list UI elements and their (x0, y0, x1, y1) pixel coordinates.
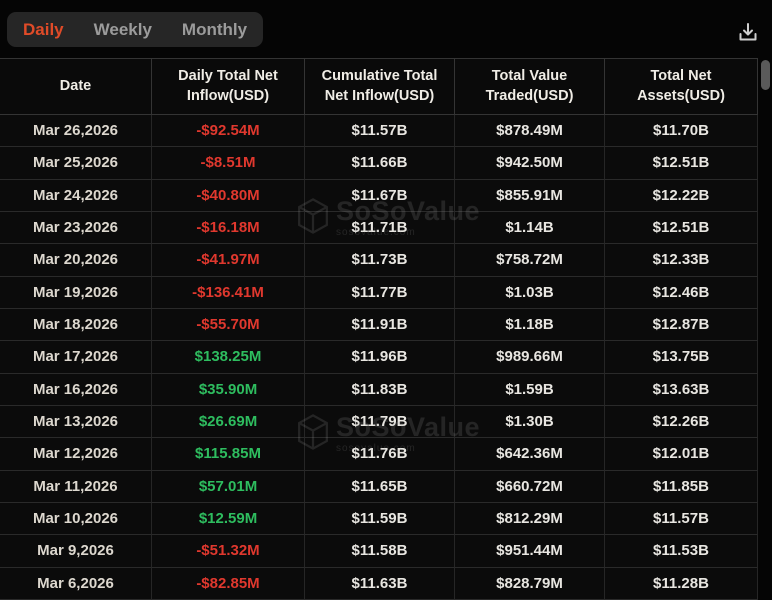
tab-daily[interactable]: Daily (23, 21, 64, 38)
cell-cumulative-inflow: $11.79B (305, 406, 455, 438)
cell-net-assets: $12.51B (605, 212, 758, 244)
cell-cumulative-inflow: $11.76B (305, 438, 455, 470)
cell-value-traded: $642.36M (455, 438, 605, 470)
column-header-value-traded: Total Value Traded(USD) (454, 58, 605, 115)
cell-cumulative-inflow: $11.66B (305, 147, 455, 179)
column-header-date: Date (0, 58, 152, 115)
cell-value-traded: $1.03B (455, 277, 605, 309)
scrollbar-track[interactable] (758, 58, 772, 600)
cell-net-assets: $12.51B (605, 147, 758, 179)
cell-daily-inflow: -$51.32M (152, 535, 305, 567)
cell-cumulative-inflow: $11.59B (305, 503, 455, 535)
download-button[interactable] (734, 18, 762, 46)
cell-daily-inflow: $115.85M (152, 438, 305, 470)
cell-cumulative-inflow: $11.63B (305, 568, 455, 600)
cell-date: Mar 6,2026 (0, 568, 152, 600)
tab-monthly[interactable]: Monthly (182, 21, 247, 38)
period-tab-group: Daily Weekly Monthly (7, 12, 263, 47)
cell-value-traded: $951.44M (455, 535, 605, 567)
cell-net-assets: $11.85B (605, 471, 758, 503)
cell-cumulative-inflow: $11.77B (305, 277, 455, 309)
cell-daily-inflow: $12.59M (152, 503, 305, 535)
cell-net-assets: $11.70B (605, 115, 758, 147)
cell-cumulative-inflow: $11.67B (305, 180, 455, 212)
cell-date: Mar 16,2026 (0, 374, 152, 406)
cell-daily-inflow: -$40.80M (152, 180, 305, 212)
cell-date: Mar 10,2026 (0, 503, 152, 535)
cell-net-assets: $12.46B (605, 277, 758, 309)
cell-cumulative-inflow: $11.91B (305, 309, 455, 341)
cell-date: Mar 9,2026 (0, 535, 152, 567)
cell-value-traded: $758.72M (455, 244, 605, 276)
cell-daily-inflow: $57.01M (152, 471, 305, 503)
cell-value-traded: $855.91M (455, 180, 605, 212)
cell-cumulative-inflow: $11.65B (305, 471, 455, 503)
cell-value-traded: $1.18B (455, 309, 605, 341)
cell-value-traded: $1.14B (455, 212, 605, 244)
column-header-cumulative-inflow: Cumulative Total Net Inflow(USD) (304, 58, 455, 115)
cell-net-assets: $11.53B (605, 535, 758, 567)
cell-daily-inflow: $26.69M (152, 406, 305, 438)
cell-date: Mar 24,2026 (0, 180, 152, 212)
cell-daily-inflow: $35.90M (152, 374, 305, 406)
cell-net-assets: $12.22B (605, 180, 758, 212)
cell-net-assets: $12.33B (605, 244, 758, 276)
cell-date: Mar 11,2026 (0, 471, 152, 503)
column-header-daily-inflow: Daily Total Net Inflow(USD) (151, 58, 305, 115)
cell-net-assets: $13.63B (605, 374, 758, 406)
cell-daily-inflow: -$16.18M (152, 212, 305, 244)
cell-value-traded: $878.49M (455, 115, 605, 147)
cell-daily-inflow: -$136.41M (152, 277, 305, 309)
cell-date: Mar 17,2026 (0, 341, 152, 373)
cell-value-traded: $812.29M (455, 503, 605, 535)
cell-date: Mar 20,2026 (0, 244, 152, 276)
cell-cumulative-inflow: $11.83B (305, 374, 455, 406)
scrollbar-thumb[interactable] (761, 60, 770, 90)
cell-net-assets: $11.28B (605, 568, 758, 600)
cell-date: Mar 12,2026 (0, 438, 152, 470)
cell-date: Mar 18,2026 (0, 309, 152, 341)
column-header-net-assets: Total Net Assets(USD) (604, 58, 758, 115)
cell-value-traded: $1.59B (455, 374, 605, 406)
cell-cumulative-inflow: $11.58B (305, 535, 455, 567)
cell-date: Mar 26,2026 (0, 115, 152, 147)
cell-value-traded: $1.30B (455, 406, 605, 438)
cell-net-assets: $12.01B (605, 438, 758, 470)
cell-daily-inflow: -$8.51M (152, 147, 305, 179)
cell-daily-inflow: -$41.97M (152, 244, 305, 276)
cell-date: Mar 19,2026 (0, 277, 152, 309)
cell-cumulative-inflow: $11.57B (305, 115, 455, 147)
cell-value-traded: $942.50M (455, 147, 605, 179)
cell-net-assets: $12.26B (605, 406, 758, 438)
cell-cumulative-inflow: $11.96B (305, 341, 455, 373)
cell-date: Mar 25,2026 (0, 147, 152, 179)
cell-daily-inflow: -$82.85M (152, 568, 305, 600)
cell-net-assets: $11.57B (605, 503, 758, 535)
cell-cumulative-inflow: $11.71B (305, 212, 455, 244)
cell-date: Mar 23,2026 (0, 212, 152, 244)
cell-daily-inflow: $138.25M (152, 341, 305, 373)
download-icon (736, 20, 760, 44)
cell-net-assets: $12.87B (605, 309, 758, 341)
cell-date: Mar 13,2026 (0, 406, 152, 438)
cell-value-traded: $660.72M (455, 471, 605, 503)
cell-cumulative-inflow: $11.73B (305, 244, 455, 276)
cell-net-assets: $13.75B (605, 341, 758, 373)
top-toolbar: Daily Weekly Monthly (0, 0, 772, 58)
cell-daily-inflow: -$92.54M (152, 115, 305, 147)
cell-value-traded: $989.66M (455, 341, 605, 373)
data-table: Date Daily Total Net Inflow(USD) Cumulat… (0, 58, 758, 600)
cell-daily-inflow: -$55.70M (152, 309, 305, 341)
tab-weekly[interactable]: Weekly (94, 21, 152, 38)
cell-value-traded: $828.79M (455, 568, 605, 600)
